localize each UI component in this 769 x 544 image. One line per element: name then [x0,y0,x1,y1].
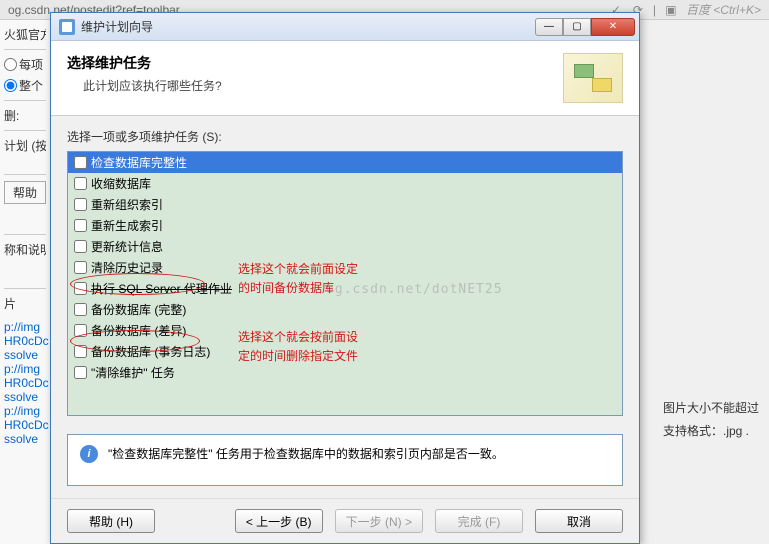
header-title: 选择维护任务 [67,53,563,73]
task-shrink-db[interactable]: 收缩数据库 [68,173,622,194]
label-delete: 删: [4,107,46,124]
tab-label: 火狐官方 [4,26,46,43]
maximize-button[interactable]: ▢ [563,18,591,36]
url-list: p://imgHR0cDcssolve p://imgHR0cDcssolve … [4,320,46,446]
label-pic: 片 [4,295,46,312]
finish-button[interactable]: 完成 (F) [435,509,523,533]
task-reorganize-index[interactable]: 重新组织索引 [68,194,622,215]
search-placeholder[interactable]: 百度 <Ctrl+K> [686,1,761,18]
header-subtitle: 此计划应该执行哪些任务? [67,77,563,94]
task-update-stats[interactable]: 更新统计信息 [68,236,622,257]
task-sql-agent-job[interactable]: 执行 SQL Server 代理作业 [68,278,622,299]
wizard-header: 选择维护任务 此计划应该执行哪些任务? [51,41,639,116]
right-hint-panel: 图片大小不能超过 支持格式：.jpg . [659,395,769,443]
label-help[interactable]: 帮助 [4,181,46,204]
dialog-title: 维护计划向导 [81,18,535,35]
task-backup-full[interactable]: 备份数据库 (完整) [68,299,622,320]
info-text: "检查数据库完整性" 任务用于检查数据库中的数据和索引页内部是否一致。 [108,445,504,462]
cancel-button[interactable]: 取消 [535,509,623,533]
task-listbox[interactable]: 检查数据库完整性 收缩数据库 重新组织索引 重新生成索引 更新统计信息 清除历史… [67,151,623,416]
left-background-panel: 火狐官方 每项 整个 删: 计划 (按 帮助 称和说明 片 p://imgHR0… [0,20,50,544]
minimize-button[interactable]: — [535,18,563,36]
header-illustration-icon [563,53,623,103]
separator: | [653,3,656,17]
hint-size: 图片大小不能超过 [663,399,765,416]
titlebar[interactable]: 维护计划向导 — ▢ ✕ [51,13,639,41]
close-button[interactable]: ✕ [591,18,635,36]
task-cleanup-maintenance[interactable]: "清除维护" 任务 [68,362,622,383]
radio-each[interactable]: 每项 [4,56,46,73]
label-plan: 计划 (按 [4,137,46,154]
task-backup-log[interactable]: 备份数据库 (事务日志) [68,341,622,362]
wizard-dialog: 维护计划向导 — ▢ ✕ 选择维护任务 此计划应该执行哪些任务? 选择一项或多项… [50,12,640,544]
back-button[interactable]: < 上一步 (B) [235,509,323,533]
help-button[interactable]: 帮助 (H) [67,509,155,533]
next-button[interactable]: 下一步 (N) > [335,509,423,533]
label-name: 称和说明 [4,241,46,258]
task-check-integrity[interactable]: 检查数据库完整性 [68,152,622,173]
hint-format: 支持格式：.jpg . [663,422,765,439]
task-cleanup-history[interactable]: 清除历史记录 [68,257,622,278]
app-icon [59,19,75,35]
button-row: 帮助 (H) < 上一步 (B) 下一步 (N) > 完成 (F) 取消 [51,498,639,543]
info-icon: i [80,445,98,463]
radio-whole[interactable]: 整个 [4,77,46,94]
task-rebuild-index[interactable]: 重新生成索引 [68,215,622,236]
instruction-label: 选择一项或多项维护任务 (S): [67,128,623,145]
task-backup-diff[interactable]: 备份数据库 (差异) [68,320,622,341]
wizard-body: 选择一项或多项维护任务 (S): 检查数据库完整性 收缩数据库 重新组织索引 重… [51,116,639,498]
info-box: i "检查数据库完整性" 任务用于检查数据库中的数据和索引页内部是否一致。 [67,434,623,486]
baidu-icon: ▣ [664,3,678,17]
